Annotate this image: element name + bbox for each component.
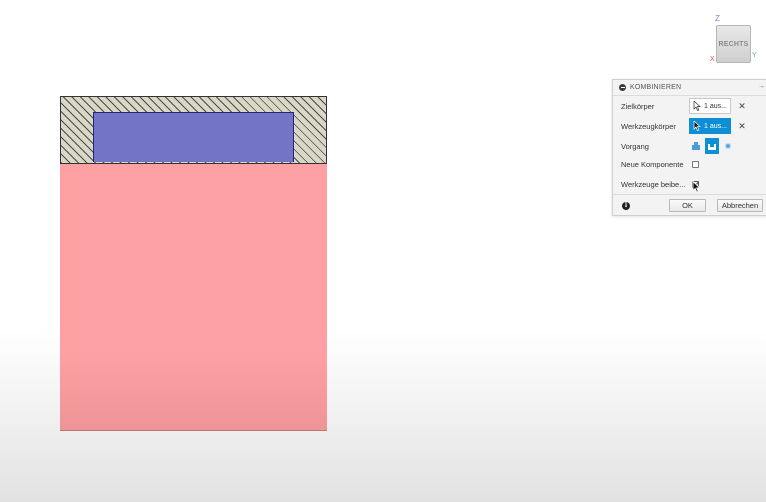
tool-body-row: Werkzeugkörper 1 aus... ✕ (621, 117, 761, 135)
model-viewport[interactable] (0, 0, 766, 502)
expand-arrows-icon[interactable]: → (758, 83, 765, 90)
intersect-operation-button[interactable] (721, 138, 735, 154)
target-body[interactable] (60, 163, 327, 431)
tool-body-select-button[interactable]: 1 aus... (689, 118, 731, 134)
tool-body-clear-icon[interactable]: ✕ (737, 121, 747, 132)
collapse-circle-icon[interactable] (619, 84, 626, 91)
mouse-cursor-icon (692, 181, 701, 193)
join-icon (692, 142, 700, 150)
dialog-footer-divider (613, 194, 766, 195)
target-body-clear-icon[interactable]: ✕ (737, 101, 747, 112)
operation-row: Vorgang (621, 137, 761, 155)
new-component-row: Neue Komponente (621, 155, 761, 173)
view-cube[interactable]: Z RECHTS X Y (708, 14, 758, 66)
cut-operation-button[interactable] (705, 138, 719, 154)
target-body-select-button[interactable]: 1 aus... (689, 98, 731, 114)
cut-icon (708, 144, 716, 150)
keep-tools-label: Werkzeuge beibe... (621, 179, 686, 189)
tool-body[interactable] (93, 112, 294, 162)
axis-y-label: Y (752, 52, 757, 59)
cancel-button[interactable]: Abbrechen (717, 199, 763, 212)
combine-dialog: KOMBINIEREN → Zielkörper 1 aus... ✕ Werk… (612, 79, 766, 216)
axis-x-label: X (710, 56, 715, 63)
target-body-row: Zielkörper 1 aus... ✕ (621, 97, 761, 115)
join-operation-button[interactable] (689, 138, 703, 154)
tool-body-label: Werkzeugkörper (621, 121, 676, 131)
new-component-checkbox[interactable] (692, 160, 699, 168)
ok-button[interactable]: OK (669, 199, 706, 212)
dialog-title: KOMBINIEREN (630, 84, 682, 91)
view-cube-face-right[interactable]: RECHTS (716, 25, 751, 63)
pointer-icon (693, 101, 701, 111)
pointer-icon (693, 121, 701, 131)
intersect-icon (725, 143, 731, 149)
keep-tools-row: Werkzeuge beibe... (621, 175, 761, 193)
dialog-header: KOMBINIEREN → (613, 80, 766, 96)
target-body-select-value: 1 aus... (704, 102, 727, 110)
view-cube-face-label: RECHTS (718, 40, 749, 48)
info-icon[interactable]: i (622, 202, 630, 210)
axis-z-label: Z (715, 14, 720, 23)
operation-label: Vorgang (621, 141, 649, 151)
new-component-label: Neue Komponente (621, 159, 684, 169)
tool-body-select-value: 1 aus... (704, 122, 727, 130)
target-body-label: Zielkörper (621, 101, 655, 111)
